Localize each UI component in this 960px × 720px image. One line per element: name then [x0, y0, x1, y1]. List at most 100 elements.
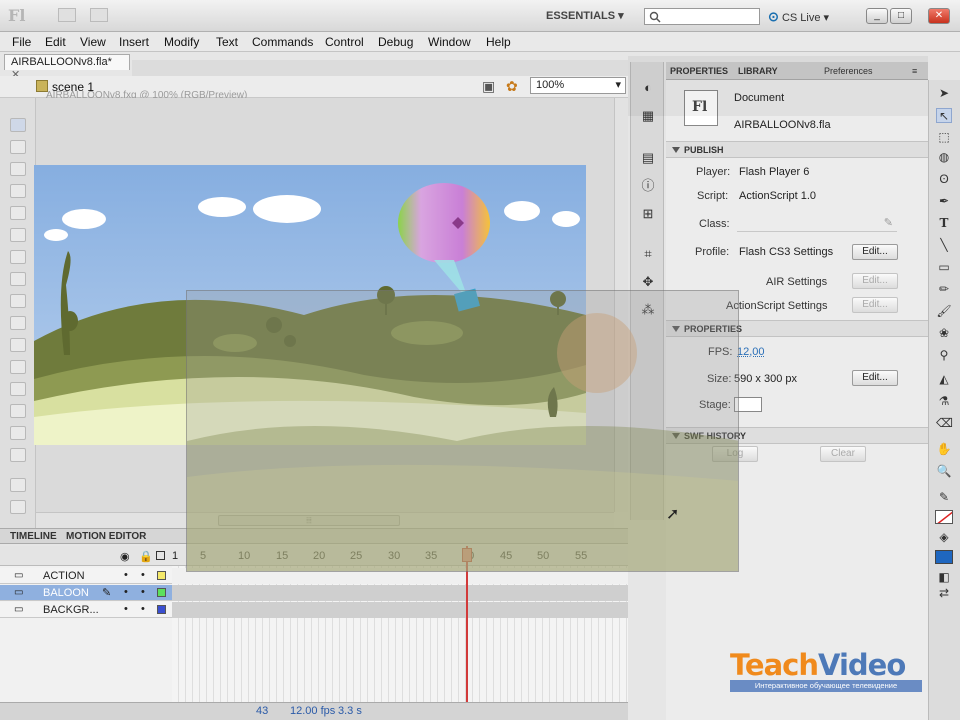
ghost-stroke-color[interactable]: [10, 478, 26, 492]
layer-row-baloon[interactable]: ▭ BALOON ✎ • •: [0, 585, 628, 601]
lock-icon[interactable]: 🔒: [139, 550, 153, 563]
pencil-icon[interactable]: ✎: [884, 216, 893, 229]
ghost-pencil-tool[interactable]: [10, 294, 26, 308]
visibility-dot[interactable]: •: [124, 586, 128, 598]
tab-motion-editor[interactable]: MOTION EDITOR: [66, 531, 146, 542]
ghost-text-tool[interactable]: [10, 228, 26, 242]
layer-name: BACKGR...: [43, 604, 99, 616]
ghost-transform-tool[interactable]: [10, 162, 26, 176]
maximize-button[interactable]: □: [890, 8, 912, 24]
outline-icon[interactable]: [156, 551, 165, 560]
lock-dot[interactable]: •: [141, 603, 145, 615]
menu-text[interactable]: Text: [216, 35, 238, 49]
components-icon[interactable]: ✥: [640, 274, 656, 290]
selection-tool-icon[interactable]: ➤: [936, 86, 952, 101]
ghost-line-tool[interactable]: [10, 250, 26, 264]
edit-symbols-icon[interactable]: ✿: [506, 78, 518, 95]
rectangle-tool-icon[interactable]: ▭: [936, 260, 952, 275]
menu-insert[interactable]: Insert: [119, 35, 149, 49]
air-edit-button[interactable]: Edit...: [852, 273, 898, 289]
ghost-ink-tool[interactable]: [10, 338, 26, 352]
lock-dot[interactable]: •: [141, 586, 145, 598]
hand-tool-icon[interactable]: ✋: [936, 442, 952, 457]
pencil-tool-icon[interactable]: ✏: [936, 282, 952, 297]
align-icon[interactable]: ▤: [640, 150, 656, 166]
3d-rotation-icon[interactable]: ◍: [936, 150, 952, 165]
zoom-select[interactable]: 100% ▾: [530, 77, 626, 94]
line-tool-icon[interactable]: ╲: [936, 238, 952, 253]
layer-name: BALOON: [43, 587, 89, 599]
no-stroke-swatch[interactable]: [935, 510, 953, 524]
actionscript-edit-button[interactable]: Edit...: [852, 297, 898, 313]
ghost-dropper-tool[interactable]: [10, 382, 26, 396]
ghost-fill-color[interactable]: [10, 500, 26, 514]
transform-icon[interactable]: ⊞: [640, 206, 656, 222]
ghost-eraser-tool[interactable]: [10, 404, 26, 418]
free-transform-icon[interactable]: ⬚: [936, 130, 952, 145]
visibility-dot[interactable]: •: [124, 569, 128, 581]
menu-debug[interactable]: Debug: [378, 35, 413, 49]
ghost-hand-tool[interactable]: [10, 426, 26, 440]
fps-value[interactable]: 12,00: [737, 346, 765, 358]
close-button[interactable]: ✕: [928, 8, 950, 24]
fill-color-icon[interactable]: ◈: [936, 530, 952, 545]
edit-scene-icon[interactable]: ▣: [482, 78, 495, 95]
info-icon[interactable]: ⓘ: [640, 178, 656, 194]
clear-button[interactable]: Clear: [820, 446, 866, 462]
layer-frames[interactable]: [172, 602, 628, 618]
lasso-icon[interactable]: ʘ: [936, 172, 952, 187]
menu-file[interactable]: File: [12, 35, 31, 49]
stroke-color-icon[interactable]: ✎: [936, 490, 952, 505]
workspace-switcher[interactable]: ESSENTIALS ▾: [546, 9, 624, 22]
menu-view[interactable]: View: [80, 35, 106, 49]
flash-logo: Fl: [8, 6, 26, 25]
layout-icon[interactable]: [90, 8, 108, 22]
ghost-zoom-tool[interactable]: [10, 448, 26, 462]
ghost-subselect-tool[interactable]: [10, 140, 26, 154]
lock-dot[interactable]: •: [141, 569, 145, 581]
ghost-brush-tool[interactable]: [10, 316, 26, 330]
publish-section-header[interactable]: PUBLISH: [666, 141, 928, 158]
layer-color-swatch: [157, 588, 166, 597]
eraser-tool-icon[interactable]: ⌫: [936, 416, 953, 431]
subselection-tool-icon[interactable]: ↖: [936, 108, 952, 123]
menu-window[interactable]: Window: [428, 35, 471, 49]
text-tool-icon[interactable]: T: [936, 216, 952, 231]
menu-modify[interactable]: Modify: [164, 35, 199, 49]
pen-tool-icon[interactable]: ✒: [936, 194, 952, 209]
zoom-tool-icon[interactable]: 🔍: [936, 464, 952, 479]
frame-number: 1: [172, 550, 179, 562]
search-input[interactable]: [644, 8, 760, 25]
code-snippets-icon[interactable]: ⌗: [640, 246, 656, 262]
swap-colors-icon[interactable]: ⇄: [936, 586, 952, 601]
bridge-icon[interactable]: [58, 8, 76, 22]
layer-frames[interactable]: [172, 585, 628, 601]
menu-help[interactable]: Help: [486, 35, 511, 49]
tab-timeline[interactable]: TIMELINE: [10, 531, 57, 542]
class-field[interactable]: ✎: [737, 216, 897, 232]
deco-tool-icon[interactable]: ❀: [936, 326, 952, 341]
black-white-icon[interactable]: ◧: [936, 570, 952, 585]
ghost-lasso-tool[interactable]: [10, 184, 26, 198]
menu-control[interactable]: Control: [325, 35, 364, 49]
eye-icon[interactable]: ◉: [120, 550, 130, 563]
paint-bucket-icon[interactable]: ◭: [936, 372, 952, 387]
cs-live-button[interactable]: ⊙ CS Live ▾: [768, 9, 829, 25]
brush-tool-icon[interactable]: 🖌: [936, 304, 952, 319]
document-tab[interactable]: AIRBALLOONv8.fla* ✕: [4, 54, 130, 81]
fill-color-swatch[interactable]: [935, 550, 953, 564]
visibility-dot[interactable]: •: [124, 603, 128, 615]
minimize-button[interactable]: _: [866, 8, 888, 24]
eyedropper-icon[interactable]: ⚗: [936, 394, 952, 409]
ghost-bucket-tool[interactable]: [10, 360, 26, 374]
bone-tool-icon[interactable]: ⚲: [936, 348, 952, 363]
layer-row-background[interactable]: ▭ BACKGR... • •: [0, 602, 628, 618]
menu-edit[interactable]: Edit: [45, 35, 66, 49]
frame-rate[interactable]: 12.00 fps: [290, 705, 335, 717]
ghost-pen-tool[interactable]: [10, 206, 26, 220]
profile-edit-button[interactable]: Edit...: [852, 244, 898, 260]
size-edit-button[interactable]: Edit...: [852, 370, 898, 386]
ghost-rect-tool[interactable]: [10, 272, 26, 286]
ghost-selection-tool[interactable]: [10, 118, 26, 132]
menu-commands[interactable]: Commands: [252, 35, 313, 49]
